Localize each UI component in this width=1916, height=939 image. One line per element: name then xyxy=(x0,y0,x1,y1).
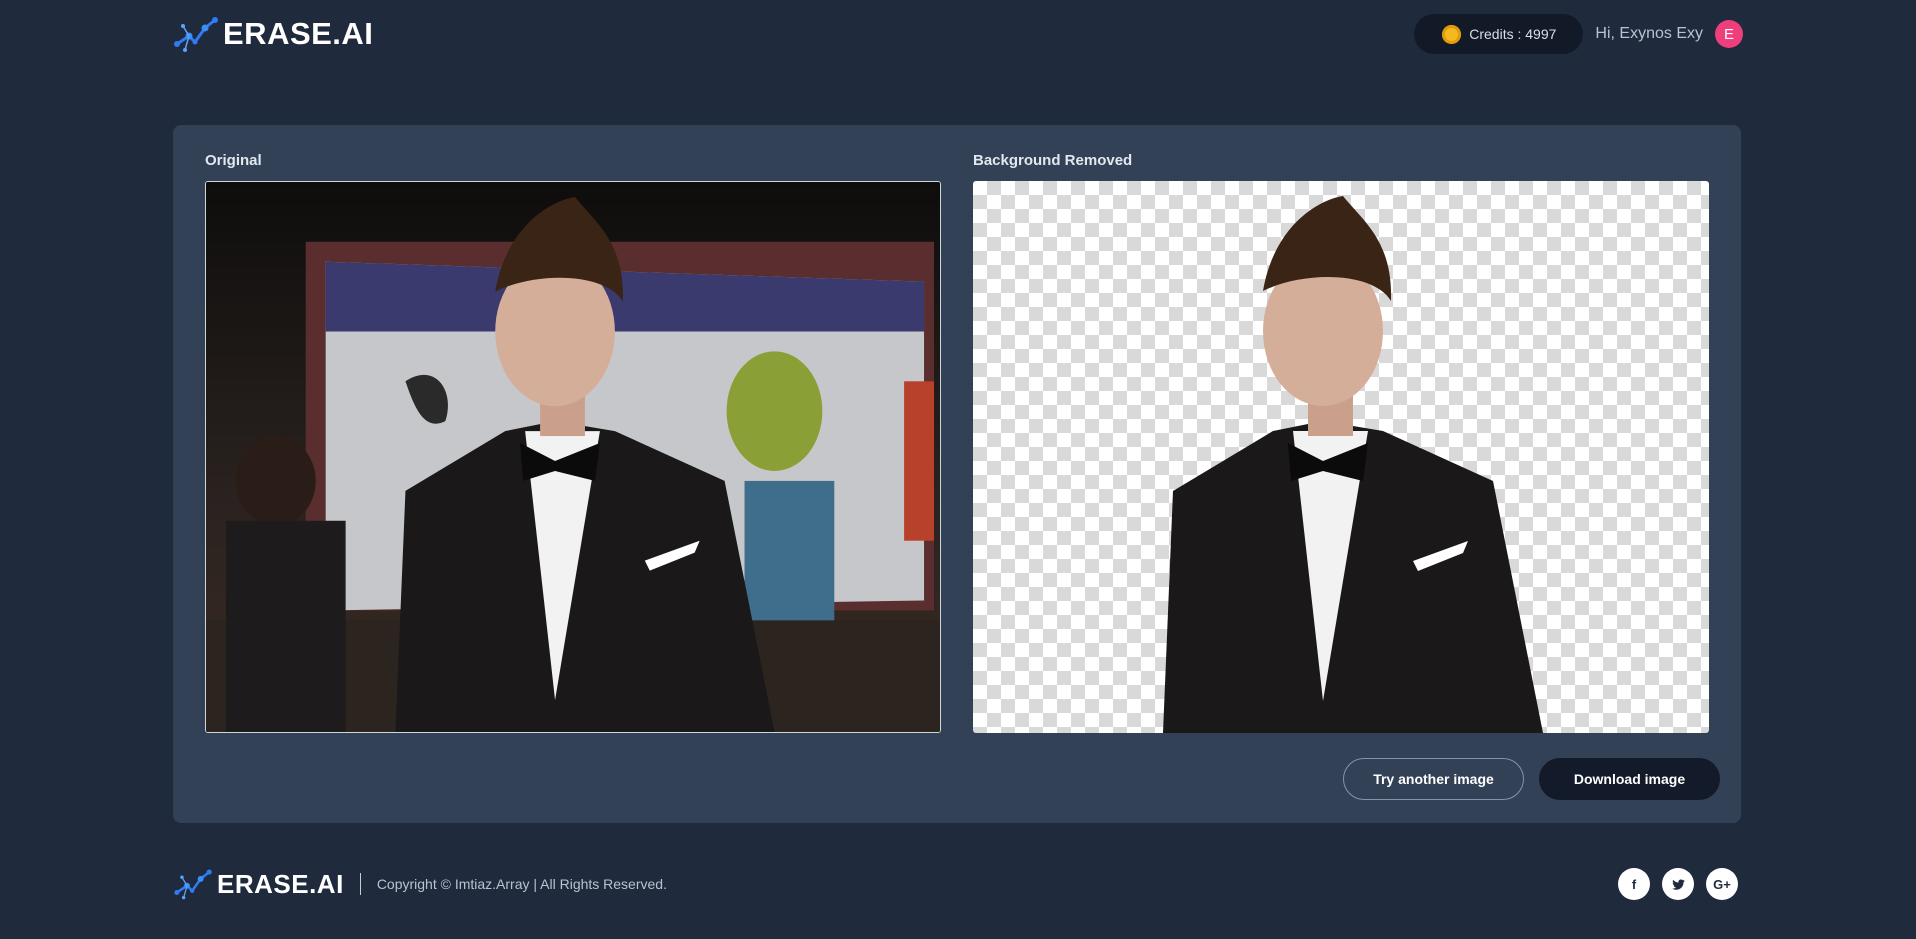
user-greeting: Hi, Exynos Exy xyxy=(1595,25,1703,42)
brand-name: ERASE.AI xyxy=(223,16,374,51)
result-card: Original Background Removed Try another … xyxy=(173,125,1741,823)
twitter-icon[interactable] xyxy=(1662,868,1694,900)
logo-icon xyxy=(174,869,212,900)
credits-label: Credits : 4997 xyxy=(1469,26,1557,42)
app-page: ERASE.AI Credits : 4997 Hi, Exynos Exy E… xyxy=(0,0,1916,939)
user-avatar[interactable]: E xyxy=(1715,20,1743,48)
google-plus-icon[interactable]: G+ xyxy=(1706,868,1738,900)
original-label: Original xyxy=(205,152,262,169)
page-footer: ERASE.AI Copyright © Imtiaz.Array | All … xyxy=(173,866,1743,902)
footer-left: ERASE.AI Copyright © Imtiaz.Array | All … xyxy=(173,867,667,901)
social-links: f G+ xyxy=(1618,868,1738,900)
original-image xyxy=(205,181,941,733)
footer-logo[interactable]: ERASE.AI xyxy=(173,867,344,901)
background-removed-label: Background Removed xyxy=(973,152,1133,169)
header-actions: Credits : 4997 Hi, Exynos Exy E xyxy=(1414,14,1743,54)
brand-logo[interactable]: ERASE.AI xyxy=(173,14,373,54)
coin-icon xyxy=(1442,24,1462,44)
credits-badge[interactable]: Credits : 4997 xyxy=(1414,14,1584,54)
background-removed-image xyxy=(973,181,1709,733)
try-another-image-button[interactable]: Try another image xyxy=(1343,758,1524,800)
logo-icon xyxy=(174,17,218,52)
footer-brand-name: ERASE.AI xyxy=(217,868,344,899)
facebook-icon[interactable]: f xyxy=(1618,868,1650,900)
footer-divider xyxy=(359,873,361,895)
top-header: ERASE.AI Credits : 4997 Hi, Exynos Exy E xyxy=(173,12,1743,56)
copyright-text: Copyright © Imtiaz.Array | All Rights Re… xyxy=(376,876,667,892)
download-image-button[interactable]: Download image xyxy=(1539,758,1720,800)
